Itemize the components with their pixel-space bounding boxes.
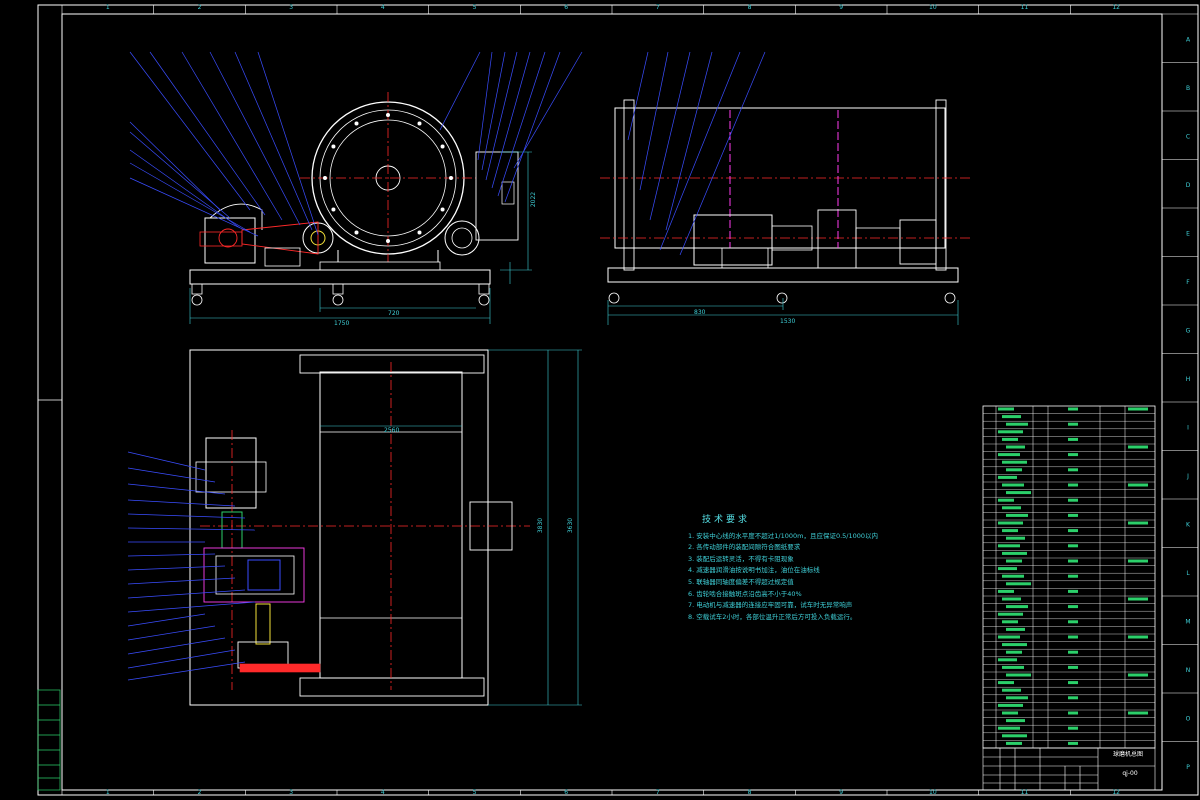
column-marker: 9 — [839, 789, 843, 796]
dim-side-height: 2022 — [530, 191, 538, 208]
column-marker: 7 — [656, 789, 660, 796]
column-marker: 5 — [473, 789, 477, 796]
row-marker: I — [1187, 424, 1189, 431]
column-marker: 10 — [929, 4, 937, 11]
technical-requirements-title: 技术要求 — [702, 515, 751, 525]
column-marker: 6 — [564, 789, 568, 796]
column-marker: 11 — [1021, 4, 1029, 11]
column-marker: 1 — [106, 4, 110, 11]
dim-front-right: 1530 — [780, 318, 796, 325]
row-marker: P — [1186, 764, 1190, 771]
side-view — [129, 51, 583, 324]
row-marker: L — [1186, 570, 1190, 577]
row-marker: N — [1186, 667, 1191, 674]
technical-requirements: 技术要求 1. 安装中心线的水平度不超过1/1000m，且应保证0.5/1000… — [688, 515, 948, 623]
column-marker: 12 — [1112, 789, 1120, 796]
inner-frame — [61, 13, 1163, 791]
column-marker: 4 — [381, 789, 385, 796]
column-marker: 2 — [198, 4, 202, 11]
front-view — [600, 51, 970, 325]
requirement-item: 3. 装配后运转灵活，不得有卡阻现象 — [688, 554, 794, 563]
dim-side-inner: 720 — [388, 310, 400, 317]
row-marker: G — [1186, 327, 1191, 334]
cad-drawing: 112233445566778899101011111212ABCDEFGHIJ… — [37, 4, 1199, 796]
row-marker: F — [1186, 279, 1190, 286]
column-marker: 8 — [748, 4, 752, 11]
dim-plan-height-outer: 3630 — [567, 517, 575, 534]
column-marker: 4 — [381, 4, 385, 11]
column-marker: 7 — [656, 4, 660, 11]
requirement-item: 4. 减速器润滑油按说明书加注，油位在油标线 — [688, 566, 820, 575]
column-marker: 1 — [106, 789, 110, 796]
column-marker: 12 — [1112, 4, 1120, 11]
column-marker: 3 — [289, 789, 293, 796]
dim-plan-drum-width: 2560 — [384, 427, 400, 434]
requirement-item: 7. 电动机与减速器的连接应牢固可靠，试车时无异常响声 — [688, 601, 853, 610]
row-marker: C — [1186, 133, 1190, 140]
row-marker: K — [1186, 521, 1191, 528]
dim-side-width: 1750 — [334, 320, 350, 327]
column-marker: 11 — [1021, 789, 1029, 796]
drawing-title: 球磨机总图 — [1112, 751, 1143, 758]
drawing-code: qj-00 — [1122, 770, 1138, 777]
requirement-item: 5. 联轴器同轴度偏差不得超过规定值 — [688, 577, 794, 586]
requirement-item: 8. 空载试车2小时，各部位温升正常后方可投入负载运行。 — [688, 612, 857, 621]
column-marker: 6 — [564, 4, 568, 11]
parts-list — [982, 405, 1156, 749]
column-marker: 3 — [289, 4, 293, 11]
row-marker: H — [1186, 376, 1191, 383]
requirement-item: 2. 各传动部件的装配间隙符合图纸要求 — [688, 543, 801, 552]
requirement-item: 1. 安装中心线的水平度不超过1/1000m，且应保证0.5/1000以内 — [688, 531, 879, 540]
row-marker: E — [1186, 230, 1190, 237]
column-marker: 2 — [198, 789, 202, 796]
column-marker: 8 — [748, 789, 752, 796]
row-marker: A — [1186, 36, 1191, 43]
requirement-item: 6. 齿轮啮合接触斑点沿齿高不小于40% — [688, 589, 802, 598]
column-marker: 10 — [929, 789, 937, 796]
column-marker: 5 — [473, 4, 477, 11]
row-marker: J — [1186, 473, 1189, 480]
column-marker: 9 — [839, 4, 843, 11]
row-marker: M — [1185, 618, 1190, 625]
left-stamp-block — [37, 689, 61, 791]
dim-plan-height: 3830 — [537, 517, 545, 534]
row-marker: D — [1186, 182, 1191, 189]
row-marker: O — [1186, 715, 1191, 722]
row-marker: B — [1186, 85, 1190, 92]
dim-front-left: 830 — [694, 309, 706, 316]
plan-view — [127, 349, 582, 706]
